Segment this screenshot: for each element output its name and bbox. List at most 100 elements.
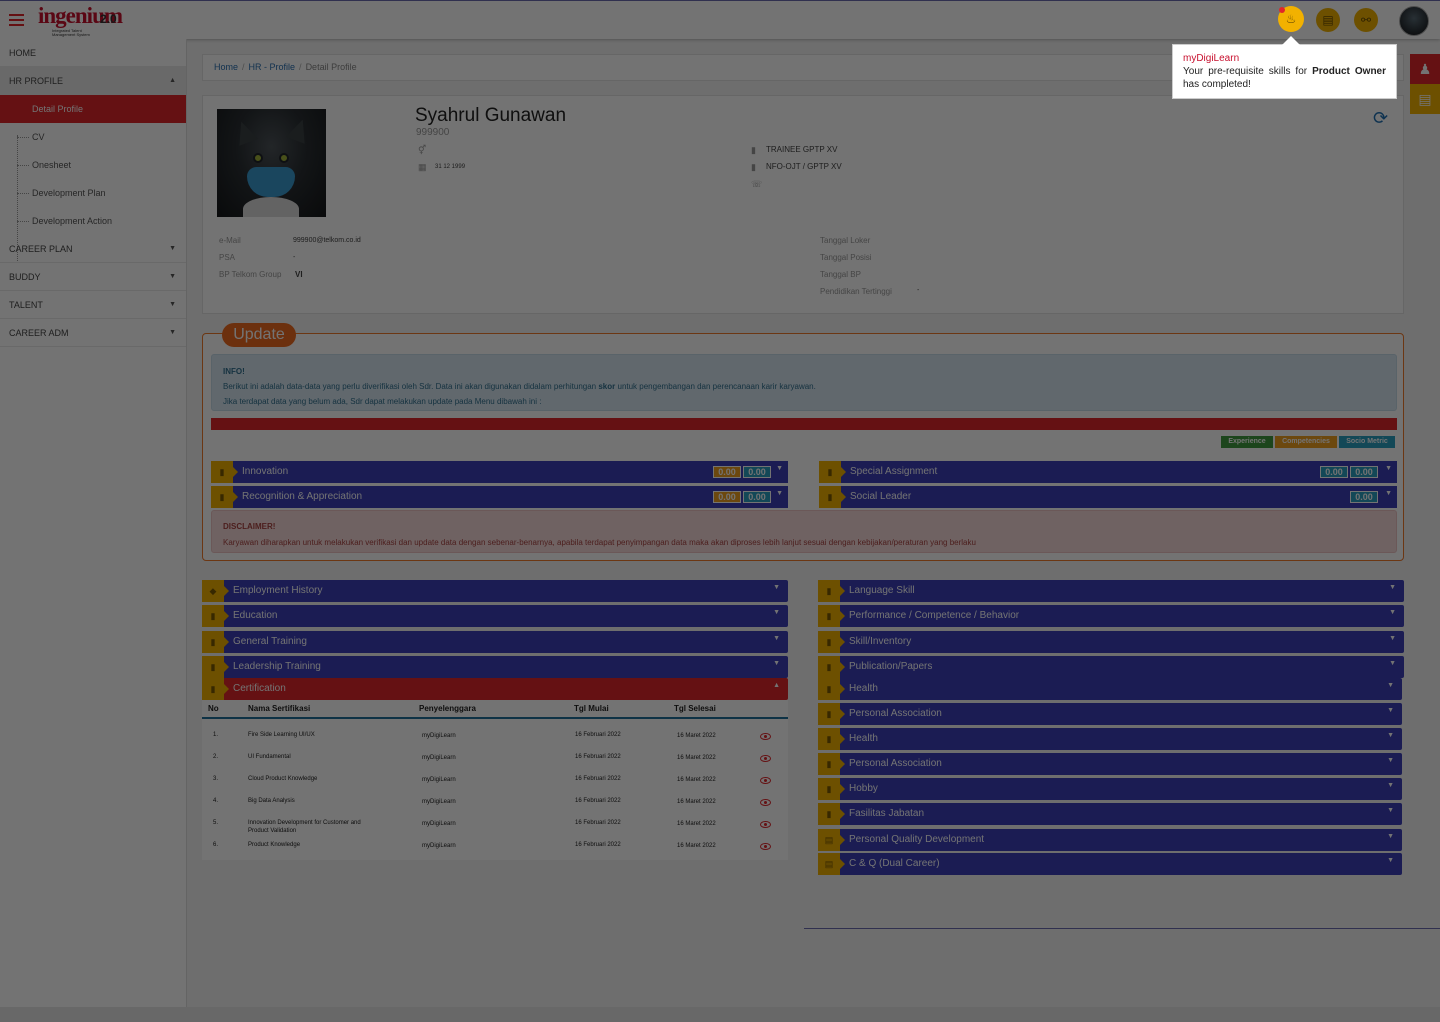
document-icon[interactable]: ▤ <box>1316 8 1340 32</box>
metric-row-special-assignment[interactable]: ▮ Special Assignment 0.00 0.00 ▼ <box>819 461 1397 483</box>
sidebar-item-hr-profile[interactable]: HR PROFILE ▲ <box>0 67 186 95</box>
bookmark-icon: ▮ <box>202 631 229 653</box>
section-leadership-training[interactable]: ▮ Leadership Training ▼ <box>202 656 788 678</box>
section-dual-career[interactable]: ▤ C & Q (Dual Career) ▼ <box>818 853 1402 875</box>
breadcrumb-home[interactable]: Home <box>214 62 238 72</box>
bookmark-icon: ▮ <box>818 728 845 750</box>
notification-popover[interactable]: myDigiLearn Your pre-requisite skills fo… <box>1172 36 1397 99</box>
cell-name: Cloud Product Knowledge <box>248 776 318 782</box>
metric-title: Recognition & Appreciation <box>242 491 363 502</box>
metric-title: Social Leader <box>850 491 912 502</box>
footer-strip <box>0 1007 1440 1022</box>
section-hobby[interactable]: ▮ Hobby ▼ <box>818 778 1402 800</box>
document-float-button[interactable]: ▤ <box>1410 84 1440 114</box>
sidebar-item-buddy[interactable]: BUDDY ▼ <box>0 263 186 291</box>
app-logo[interactable]: ingenium 2.0 Integrated Talent Managemen… <box>38 3 123 37</box>
eye-icon[interactable] <box>760 843 771 850</box>
sidebar-item-career-adm[interactable]: CAREER ADM ▼ <box>0 319 186 347</box>
sidebar-item-label: Development Plan <box>32 188 106 198</box>
section-personal-association[interactable]: ▮ Personal Association ▼ <box>818 703 1402 725</box>
sidebar-item-development-action[interactable]: Development Action <box>0 207 186 235</box>
eye-icon[interactable] <box>760 777 771 784</box>
bookmark-icon: ▮ <box>818 778 845 800</box>
cell-name: Fire Side Learning UI/UX <box>248 732 315 738</box>
certification-table: No Nama Sertifikasi Penyelenggara Tgl Mu… <box>202 700 788 860</box>
sidebar-item-detail-profile[interactable]: Detail Profile <box>0 95 186 123</box>
chevron-down-icon: ▼ <box>1387 807 1394 814</box>
sidebar-item-development-plan[interactable]: Development Plan <box>0 179 186 207</box>
bp-value: VI <box>295 270 303 279</box>
caret-down-icon: ▼ <box>169 301 176 308</box>
section-fasilitas-jabatan[interactable]: ▮ Fasilitas Jabatan ▼ <box>818 803 1402 825</box>
bookmark-icon: ▮ <box>818 631 845 653</box>
user-profile-float-button[interactable]: ♟ <box>1410 54 1440 84</box>
score-competencies: 0.00 <box>713 466 741 478</box>
share-icon[interactable]: ⚯ <box>1354 8 1378 32</box>
eye-icon[interactable] <box>760 821 771 828</box>
psa-value: - <box>293 254 296 261</box>
logo-tagline: Integrated Talent Management System <box>52 28 90 37</box>
update-panel: Update INFO! Berikut ini adalah data-dat… <box>202 323 1404 561</box>
cell-organizer: myDigiLearn <box>422 821 456 827</box>
section-title: Fasilitas Jabatan <box>849 808 925 819</box>
section-language-skill[interactable]: ▮ Language Skill ▼ <box>818 580 1404 602</box>
info-text: Jika terdapat data yang belum ada, Sdr d… <box>223 397 542 406</box>
section-title: Personal Quality Development <box>849 834 985 845</box>
info-text: untuk pengembangan dan perencanaan karir… <box>615 382 816 391</box>
section-title: Leadership Training <box>233 661 321 672</box>
sidebar-item-home[interactable]: HOME <box>0 39 186 67</box>
sidebar-item-career-plan[interactable]: CAREER PLAN ▼ <box>0 235 186 263</box>
hamburger-menu-icon[interactable] <box>9 14 24 26</box>
cell-start: 16 Februari 2022 <box>575 820 621 826</box>
pendidikan-label: Pendidikan Tertinggi <box>820 287 892 296</box>
sidebar-item-cv[interactable]: CV <box>0 123 186 151</box>
bookmark-icon: ▮ <box>818 678 845 700</box>
chevron-down-icon: ▼ <box>1385 490 1392 497</box>
sidebar-item-talent[interactable]: TALENT ▼ <box>0 291 186 319</box>
section-title: Personal Association <box>849 708 942 719</box>
profile-photo <box>217 109 326 217</box>
tanggal-bp-label: Tanggal BP <box>820 270 861 279</box>
tags-icon: ◆ <box>202 580 229 602</box>
breadcrumb-hr-profile[interactable]: HR - Profile <box>249 62 296 72</box>
breadcrumb-current: Detail Profile <box>305 62 357 72</box>
score-socio-metric: 0.00 <box>743 491 771 503</box>
section-title: Health <box>849 683 878 694</box>
section-employment-history[interactable]: ◆ Employment History ▼ <box>202 580 788 602</box>
info-alert: INFO! Berikut ini adalah data-data yang … <box>211 354 1397 411</box>
section-publication[interactable]: ▮ Publication/Papers ▼ <box>818 656 1404 678</box>
eye-icon[interactable] <box>760 755 771 762</box>
section-certification[interactable]: ▮ Certification ▲ <box>202 678 788 700</box>
profile-name: Syahrul Gunawan <box>415 105 567 126</box>
update-badge: Update <box>222 323 296 347</box>
cell-start: 16 Februari 2022 <box>575 798 621 804</box>
metric-row-social-leader[interactable]: ▮ Social Leader 0.00 ▼ <box>819 486 1397 508</box>
metric-row-innovation[interactable]: ▮ Innovation 0.00 0.00 ▼ <box>211 461 788 483</box>
section-title: Performance / Competence / Behavior <box>849 610 1020 621</box>
score-socio-metric: 0.00 <box>1350 491 1378 503</box>
eye-icon[interactable] <box>760 799 771 806</box>
section-health-2[interactable]: ▮ Health ▼ <box>818 728 1402 750</box>
user-avatar[interactable] <box>1399 6 1429 36</box>
profile-unit: NFO-OJT / GPTP XV <box>766 162 842 171</box>
profile-position: TRAINEE GPTP XV <box>766 145 838 154</box>
chevron-down-icon: ▼ <box>1389 660 1396 667</box>
section-personal-association-2[interactable]: ▮ Personal Association ▼ <box>818 753 1402 775</box>
section-education[interactable]: ▮ Education ▼ <box>202 605 788 627</box>
column-header: Nama Sertifikasi <box>248 704 311 713</box>
section-personal-quality[interactable]: ▤ Personal Quality Development ▼ <box>818 829 1402 851</box>
bookmark-icon: ▮ <box>211 486 238 508</box>
section-general-training[interactable]: ▮ General Training ▼ <box>202 631 788 653</box>
cell-start: 16 Februari 2022 <box>575 776 621 782</box>
refresh-icon[interactable]: ⟳ <box>1373 108 1388 129</box>
notification-text: has completed! <box>1183 79 1251 90</box>
bp-label: BP Telkom Group <box>219 270 282 279</box>
section-health[interactable]: ▮ Health ▼ <box>818 678 1402 700</box>
sidebar-item-onesheet[interactable]: Onesheet <box>0 151 186 179</box>
metric-row-recognition[interactable]: ▮ Recognition & Appreciation 0.00 0.00 ▼ <box>211 486 788 508</box>
section-skill-inventory[interactable]: ▮ Skill/Inventory ▼ <box>818 631 1404 653</box>
eye-icon[interactable] <box>760 733 771 740</box>
section-performance[interactable]: ▮ Performance / Competence / Behavior ▼ <box>818 605 1404 627</box>
divider <box>804 928 1440 929</box>
document-icon: ▤ <box>818 829 845 851</box>
